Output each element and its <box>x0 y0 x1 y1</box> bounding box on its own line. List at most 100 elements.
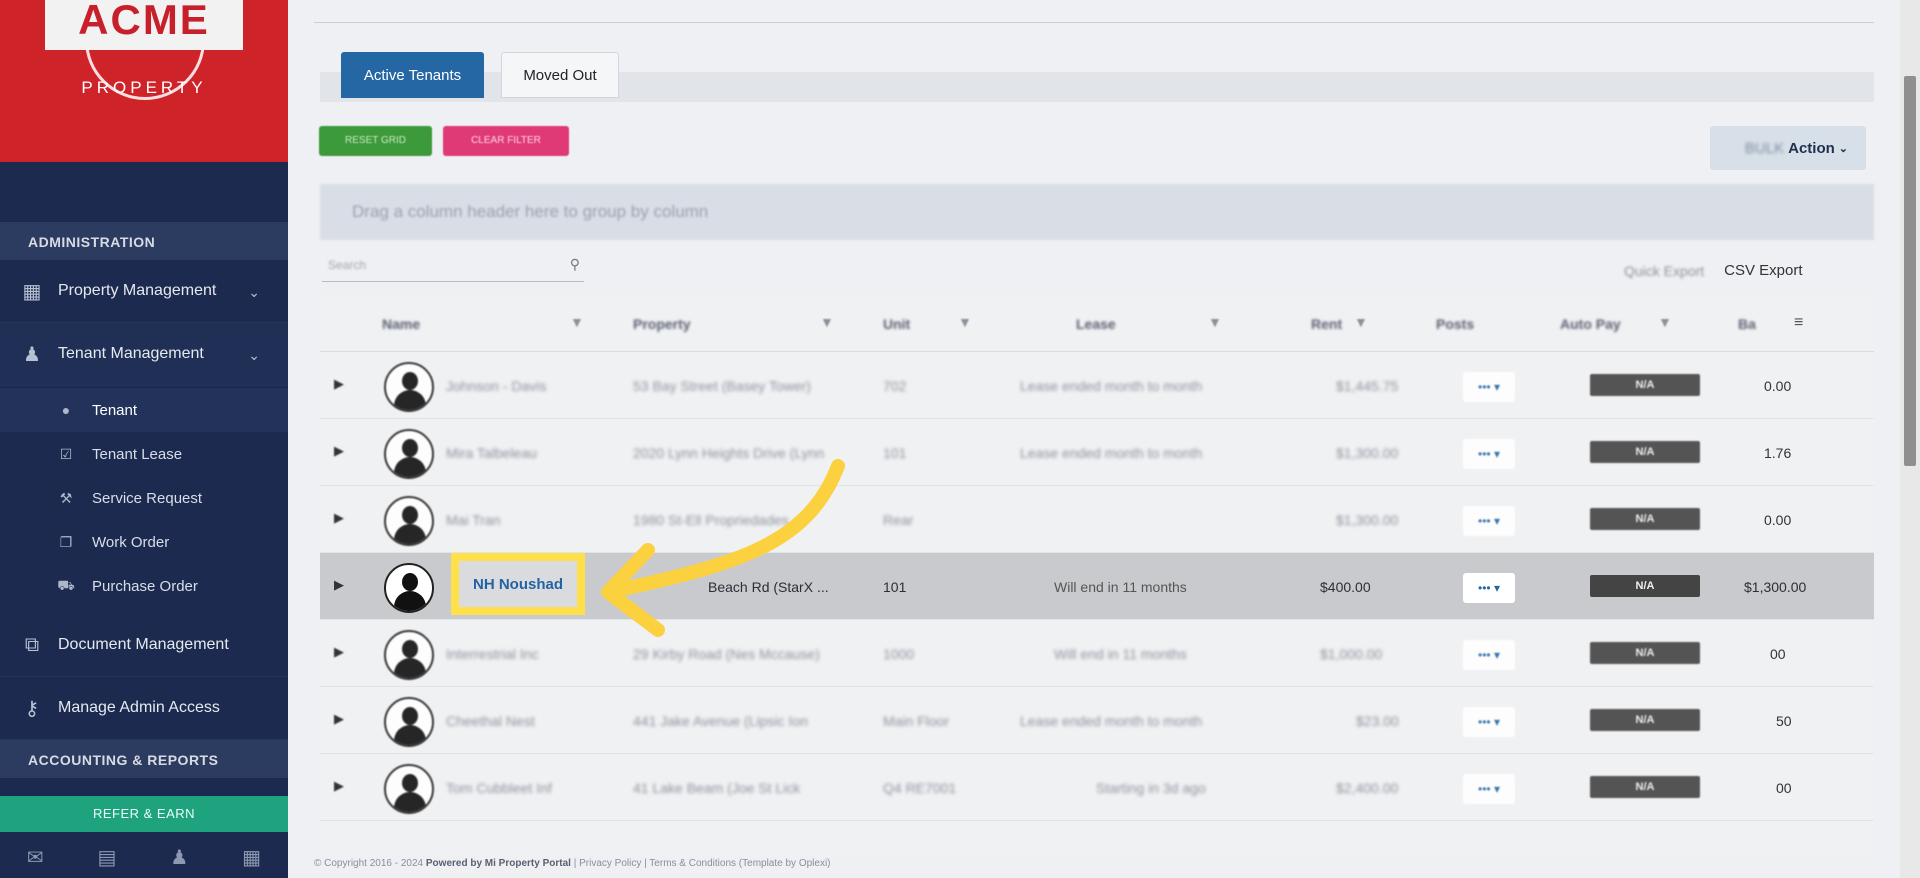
briefcase-icon[interactable]: ▤ <box>98 845 117 870</box>
expand-row-icon[interactable]: ▶ <box>334 711 344 727</box>
column-header-balance[interactable]: Ba <box>1738 316 1756 332</box>
tenant-name[interactable]: Mira Talbeleau <box>446 445 537 461</box>
column-header-auto-pay[interactable]: Auto Pay <box>1560 316 1621 332</box>
footer-links[interactable]: | Privacy Policy | Terms & Conditions <box>574 858 736 869</box>
expand-row-icon[interactable]: ▶ <box>334 577 344 593</box>
sidebar-item-property-management[interactable]: ▦ Property Management ⌄ <box>0 260 288 323</box>
sidebar-item-manage-admin-access[interactable]: ⚷ Manage Admin Access <box>0 677 288 740</box>
avatar <box>384 697 434 747</box>
balance-cell: 00 <box>1776 780 1792 796</box>
status-badge: N/A <box>1590 709 1700 731</box>
lease-cell: Lease ended month to month <box>1020 713 1203 729</box>
column-header-posts[interactable]: Posts <box>1436 316 1474 332</box>
quick-export-button[interactable]: Quick Export <box>1624 263 1704 279</box>
avatar <box>384 764 434 814</box>
tenant-name[interactable]: Tom Cubbleet Inf <box>446 780 552 796</box>
table-row[interactable]: ▶ Interrestrial Inc 29 Kirby Road (Nes M… <box>320 620 1874 687</box>
unit-cell: 1000 <box>883 646 915 662</box>
unit-cell: Main Floor <box>883 713 950 729</box>
status-badge: N/A <box>1590 374 1700 396</box>
filter-icon[interactable]: ▼ <box>570 314 584 330</box>
tenant-name-link[interactable]: NH Noushad <box>459 561 577 607</box>
expand-row-icon[interactable]: ▶ <box>334 376 344 392</box>
filter-icon[interactable]: ▼ <box>1354 314 1368 330</box>
column-header-rent[interactable]: Rent <box>1311 316 1342 332</box>
sidebar-item-tenant-management[interactable]: ♟ Tenant Management ⌄ <box>0 323 288 386</box>
table-row[interactable]: ▶ Tom Cubbleet Inf 41 Lake Beam (Joe St … <box>320 754 1874 821</box>
row-actions-button[interactable]: ••• ▾ <box>1463 439 1515 469</box>
bulk-action-button[interactable]: BULK Action ⌄ <box>1710 126 1866 170</box>
status-badge: N/A <box>1590 575 1700 597</box>
expand-row-icon[interactable]: ▶ <box>334 443 344 459</box>
property-cell: 1980 St-Ell Propriedades <box>633 512 789 528</box>
column-header-lease[interactable]: Lease <box>1076 316 1116 332</box>
calculator-icon[interactable]: ▦ <box>242 845 261 870</box>
row-actions-button[interactable]: ••• ▾ <box>1463 573 1515 603</box>
files-icon: ❐ <box>59 533 73 550</box>
table-row[interactable]: ▶ Mira Talbeleau 2020 Lynn Heights Drive… <box>320 419 1874 486</box>
tenant-name[interactable]: Interrestrial Inc <box>446 646 539 662</box>
table-row-highlighted[interactable]: ▶ NH Noushad Beach Rd (StarX ... 101 Wil… <box>320 553 1874 620</box>
sidebar-item-document-management[interactable]: ⧉ Document Management <box>0 614 288 677</box>
tenant-name[interactable]: Cheethal Nest <box>446 713 535 729</box>
filter-icon[interactable]: ▼ <box>1658 314 1672 330</box>
filter-icon[interactable]: ▼ <box>820 314 834 330</box>
column-header-name[interactable]: Name <box>382 316 420 332</box>
vertical-scrollbar[interactable] <box>1900 0 1920 878</box>
row-actions-button[interactable]: ••• ▾ <box>1463 640 1515 670</box>
table-row[interactable]: ▶ Mai Tran 1980 St-Ell Propriedades Rear… <box>320 486 1874 553</box>
property-cell: 441 Jake Avenue (Lipsic Ion <box>633 713 808 729</box>
row-actions-button[interactable]: ••• ▾ <box>1463 707 1515 737</box>
unit-cell: Rear <box>883 512 914 528</box>
filter-icon[interactable]: ▼ <box>958 314 972 330</box>
scrollbar-thumb[interactable] <box>1904 76 1916 466</box>
chevron-down-icon: ⌄ <box>248 284 260 300</box>
documents-icon: ⧉ <box>24 633 40 656</box>
user-icon[interactable]: ♟ <box>170 845 188 870</box>
sidebar-item-work-order[interactable]: ❐ Work Order <box>0 520 288 564</box>
row-actions-button[interactable]: ••• ▾ <box>1463 774 1515 804</box>
sidebar-item-label: Tenant Management <box>58 345 204 362</box>
status-badge: N/A <box>1590 508 1700 530</box>
key-icon: ⚷ <box>24 697 40 720</box>
balance-cell: $1,300.00 <box>1744 579 1807 595</box>
column-header-property[interactable]: Property <box>633 316 691 332</box>
footer-powered[interactable]: Powered by Mi Property Portal <box>426 858 571 869</box>
csv-export-button[interactable]: CSV Export <box>1724 262 1802 279</box>
filter-lines-icon[interactable]: ≡ <box>1794 314 1803 332</box>
refer-earn-button[interactable]: REFER & EARN <box>0 796 288 832</box>
rent-cell: $1,000.00 <box>1320 646 1383 662</box>
logo[interactable]: ACME PROPERTY <box>0 0 288 162</box>
expand-row-icon[interactable]: ▶ <box>334 644 344 660</box>
reset-grid-button[interactable]: RESET GRID <box>319 126 432 156</box>
tenant-name[interactable]: Johnson - Davis <box>446 378 546 394</box>
grid-search-input[interactable]: Search ⚲ <box>322 252 584 282</box>
property-cell: Beach Rd (StarX ... <box>708 579 829 595</box>
row-actions-button[interactable]: ••• ▾ <box>1463 506 1515 536</box>
status-badge: N/A <box>1590 642 1700 664</box>
column-header-unit[interactable]: Unit <box>883 316 910 332</box>
filter-icon[interactable]: ▼ <box>1208 314 1222 330</box>
sidebar-item-label: Tenant Lease <box>92 445 183 463</box>
tenant-name-highlight[interactable]: NH Noushad <box>451 553 585 615</box>
avatar <box>384 630 434 680</box>
table-row[interactable]: ▶ Cheethal Nest 441 Jake Avenue (Lipsic … <box>320 687 1874 754</box>
expand-row-icon[interactable]: ▶ <box>334 510 344 526</box>
sidebar-item-purchase-order[interactable]: ⛟ Purchase Order <box>0 564 288 608</box>
tab-moved-out[interactable]: Moved Out <box>501 52 619 98</box>
mail-icon[interactable]: ✉ <box>27 845 44 870</box>
sidebar-item-tenant[interactable]: ● Tenant <box>0 388 288 432</box>
property-cell: 29 Kirby Road (Nes Mccause) <box>633 646 820 662</box>
sidebar-item-label: Work Order <box>92 533 170 551</box>
action-label: Action <box>1788 139 1835 157</box>
sidebar-item-tenant-lease[interactable]: ☑ Tenant Lease <box>0 432 288 476</box>
expand-row-icon[interactable]: ▶ <box>334 778 344 794</box>
tenant-name[interactable]: Mai Tran <box>446 512 500 528</box>
group-by-panel[interactable]: Drag a column header here to group by co… <box>320 184 1874 240</box>
tab-active-tenants[interactable]: Active Tenants <box>341 52 484 98</box>
clear-filter-button[interactable]: CLEAR FILTER <box>443 126 569 156</box>
sidebar-item-service-request[interactable]: ⚒ Service Request <box>0 476 288 520</box>
row-actions-button[interactable]: ••• ▾ <box>1463 372 1515 402</box>
tenant-submenu: ● Tenant ☑ Tenant Lease ⚒ Service Reques… <box>0 386 288 614</box>
table-row[interactable]: ▶ Johnson - Davis 53 Bay Street (Basey T… <box>320 352 1874 419</box>
